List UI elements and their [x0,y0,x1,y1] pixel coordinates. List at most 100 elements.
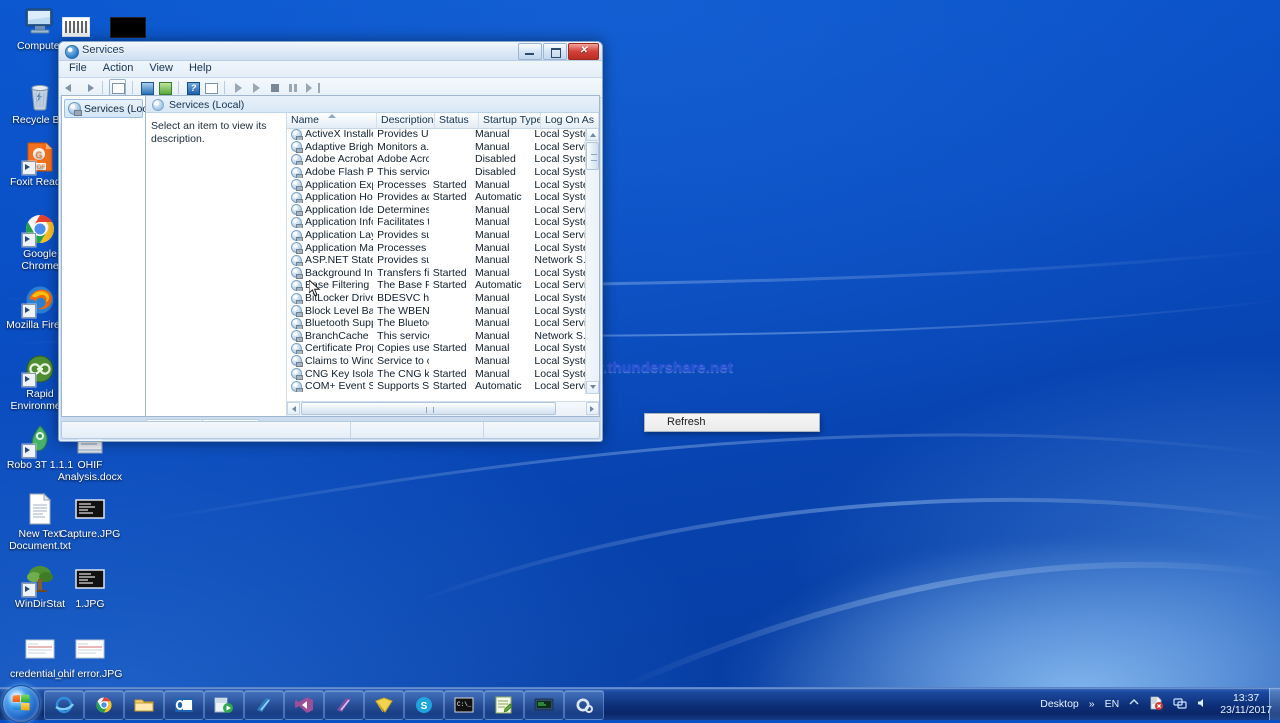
service-row[interactable]: ActiveX Installer (...Provides Us...Manu… [287,128,586,141]
horizontal-scrollbar[interactable] [287,401,599,416]
context-menu-item-refresh[interactable]: Refresh [645,414,819,430]
list-column-headers[interactable]: NameDescriptionStatusStartup TypeLog On … [287,113,599,129]
taskbar-button-internet-explorer[interactable] [44,690,84,720]
column-header-startup-type[interactable]: Startup Type [479,113,541,128]
pause-service-icon[interactable] [285,80,300,95]
column-header-name[interactable]: Name [287,113,377,128]
taskbar-button-sql-server-management-studio[interactable] [244,690,284,720]
resume-service-icon[interactable] [249,80,264,95]
column-header-description[interactable]: Description [377,113,435,128]
security-alert-icon[interactable] [1144,696,1168,713]
service-item-icon [291,129,302,140]
vertical-scroll-thumb[interactable] [586,142,599,170]
show-desktop-button[interactable] [1269,688,1280,720]
desktop-context-menu[interactable]: Refresh [644,413,820,432]
service-row[interactable]: Application Infor...Facilitates t...Manu… [287,216,586,229]
show-hide-tree-icon[interactable] [109,79,126,96]
service-row[interactable]: BitLocker Drive En...BDESVC hos...Manual… [287,292,586,305]
horizontal-scroll-thumb[interactable] [301,402,556,415]
service-row[interactable]: Adaptive BrightnessMonitors a...ManualLo… [287,141,586,154]
service-row[interactable]: Application Experi...Processes a...Start… [287,178,586,191]
service-row[interactable]: Application Host ...Provides ad...Starte… [287,191,586,204]
scroll-right-icon[interactable] [586,402,599,415]
minimize-button[interactable] [518,43,542,60]
column-header-log-on-as[interactable]: Log On As [541,113,599,128]
help-icon[interactable]: ? [185,80,200,95]
taskbar-button-windows-media-player[interactable] [204,690,244,720]
show-hidden-icons-icon[interactable] [1124,698,1144,711]
console-tree-pane[interactable]: Services (Local) [61,95,145,417]
scroll-down-icon[interactable] [586,381,599,394]
taskbar-button-sticky-notes[interactable] [364,690,404,720]
service-name-label: COM+ Event Syst... [305,380,373,392]
close-button[interactable]: ✕ [568,43,599,60]
service-row[interactable]: Certificate Propag...Copies user ...Star… [287,342,586,355]
list-rows-container[interactable]: ActiveX Installer (...Provides Us...Manu… [287,128,586,394]
tray-desktop-label[interactable]: Desktop [1035,698,1084,710]
scroll-left-icon[interactable] [287,402,300,415]
service-row[interactable]: Block Level Backu...The WBENG...ManualLo… [287,304,586,317]
service-row[interactable]: Claims to Window...Service to c...Manual… [287,355,586,368]
tray-language-indicator[interactable]: EN [1100,698,1125,710]
window-title-bar[interactable]: Services ✕ [59,42,602,61]
taskbar-button-google-chrome[interactable] [84,690,124,720]
maximize-button[interactable] [543,43,567,60]
back-arrow-icon[interactable] [63,80,78,95]
menu-bar[interactable]: File Action View Help [59,61,602,78]
vertical-scrollbar[interactable] [585,128,599,394]
services-list[interactable]: NameDescriptionStatusStartup TypeLog On … [287,113,599,416]
taskbar-button-microsoft-outlook[interactable] [164,690,204,720]
microsoft-outlook-icon [174,696,194,714]
taskbar-button-services-console[interactable] [564,690,604,720]
service-row[interactable]: ASP.NET State Ser...Provides su...Manual… [287,254,586,267]
desktop-icon-1-jpg[interactable]: 1.JPG [54,562,126,611]
windows-media-player-icon [214,696,234,714]
tree-node-services-local[interactable]: Services (Local) [64,99,143,118]
service-cell-logon: Local Syste... [530,267,586,279]
taskbar-button-skype[interactable]: S [404,690,444,720]
service-row[interactable]: BranchCacheThis service ...ManualNetwork… [287,330,586,343]
menu-item-file[interactable]: File [67,62,89,77]
export-list-icon[interactable] [157,80,172,95]
service-row[interactable]: CNG Key IsolationThe CNG ke...StartedMan… [287,367,586,380]
scroll-up-icon[interactable] [586,128,599,141]
service-row[interactable]: Background Intelli...Transfers fil...Sta… [287,267,586,280]
service-cell-startup: Manual [471,368,530,380]
taskbar-button-azure-data-studio[interactable] [324,690,364,720]
service-cell-name: Claims to Window... [287,355,373,367]
taskbar-button-visual-studio[interactable] [284,690,324,720]
service-row[interactable]: Adobe Flash Playe...This service ...Disa… [287,166,586,179]
service-row[interactable]: COM+ Event Syst...Supports Sy...StartedA… [287,380,586,393]
service-row[interactable]: Application IdentityDetermines ...Manual… [287,204,586,217]
menu-item-action[interactable]: Action [101,62,136,77]
service-row[interactable]: Base Filtering Engi...The Base Fil...Sta… [287,279,586,292]
taskbar-button-windows-explorer[interactable] [124,690,164,720]
start-button[interactable] [2,685,40,723]
service-row[interactable]: Adobe Acrobat U...Adobe Acro...DisabledL… [287,153,586,166]
column-header-status[interactable]: Status [435,113,479,128]
service-name-label: Adaptive Brightness [305,141,373,153]
menu-item-view[interactable]: View [147,62,175,77]
taskbar[interactable]: SC:\_ Desktop » EN 13 [0,687,1280,720]
services-window[interactable]: Services ✕ File Action View Help ? [58,41,603,442]
service-row[interactable]: Application Layer ...Provides su...Manua… [287,229,586,242]
system-tray[interactable]: Desktop » EN 13:37 23/1 [1035,688,1280,720]
network-icon[interactable] [1168,697,1192,712]
start-service-icon[interactable] [231,80,246,95]
restart-service-icon[interactable] [303,80,318,95]
service-cell-startup: Manual [471,317,530,329]
stop-service-icon[interactable] [267,80,282,95]
menu-item-help[interactable]: Help [187,62,214,77]
properties-icon[interactable] [203,80,218,95]
taskbar-button-remote-desktop[interactable] [524,690,564,720]
forward-arrow-icon[interactable] [81,80,96,95]
desktop-icon-capture-jpg[interactable]: Capture.JPG [54,492,126,541]
refresh-icon[interactable] [139,80,154,95]
volume-icon[interactable] [1192,697,1214,712]
service-row[interactable]: Bluetooth Support...The Bluetoo...Manual… [287,317,586,330]
tray-overflow-icon[interactable]: » [1084,698,1100,710]
taskbar-button-command-prompt[interactable]: C:\_ [444,690,484,720]
desktop-icon-ohif-error-jpg[interactable]: ohif error.JPG [54,632,126,681]
taskbar-button-notepad-plus-plus[interactable] [484,690,524,720]
service-row[interactable]: Application Mana...Processes in...Manual… [287,241,586,254]
